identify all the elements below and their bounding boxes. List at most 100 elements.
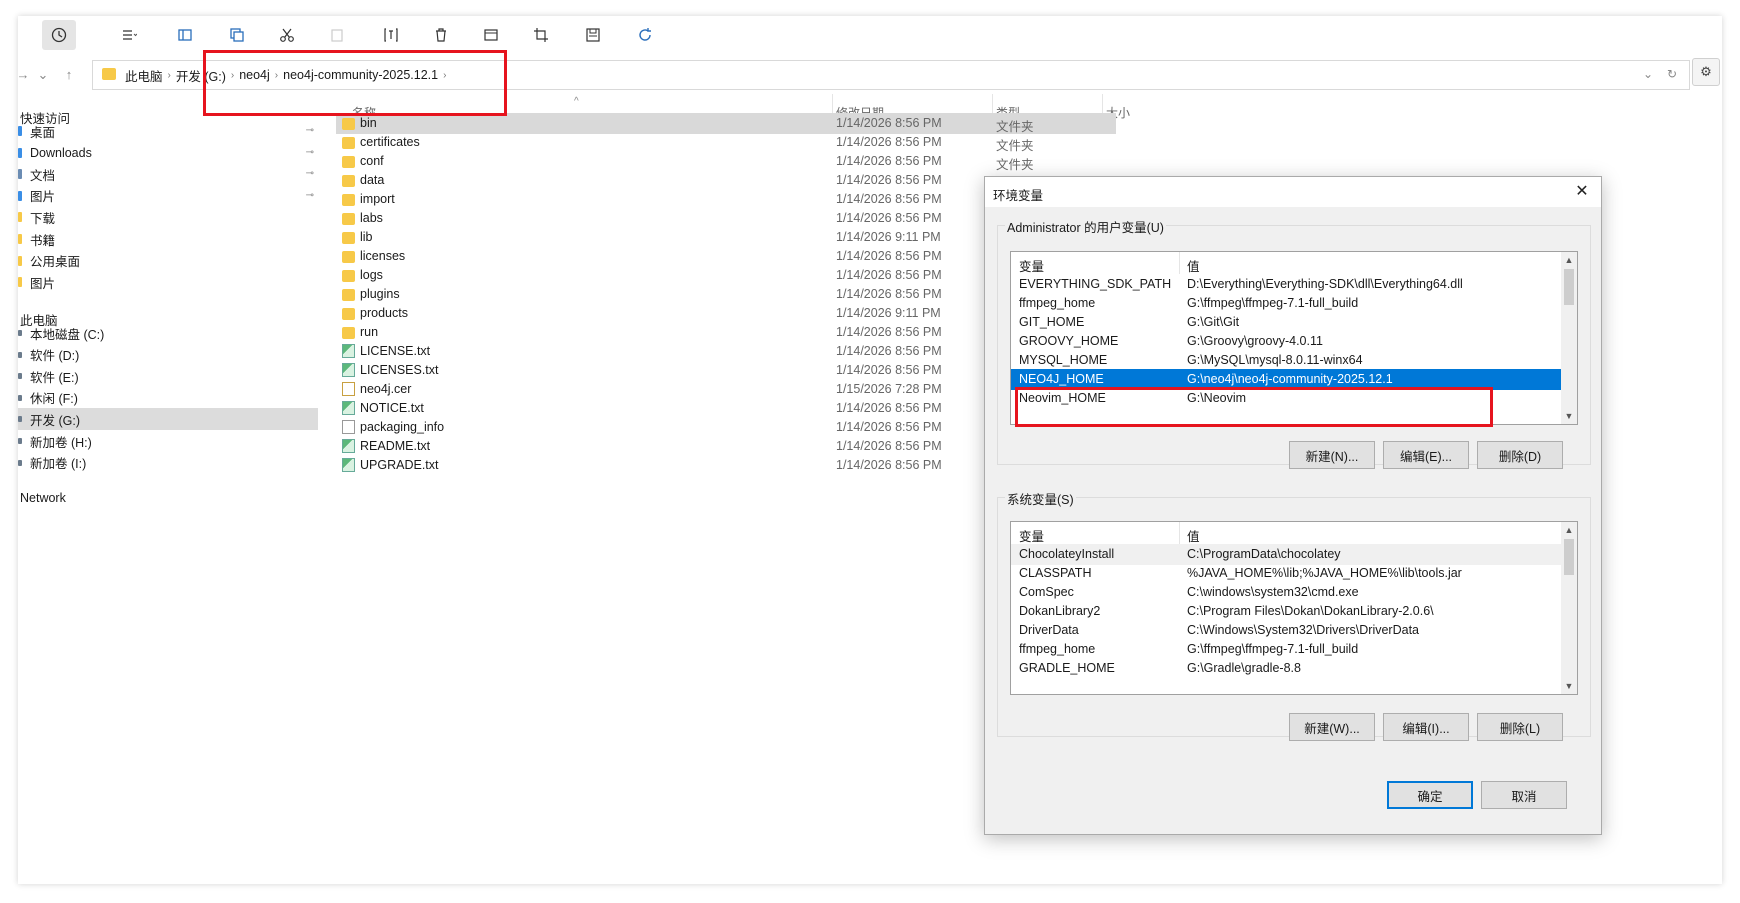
scroll-up-icon[interactable]: ▲ [1561,522,1577,538]
sidebar-item-label: 软件 (E:) [30,370,79,385]
variable-row[interactable]: ChocolateyInstall C:\ProgramData\chocolat… [1011,544,1563,565]
copy-icon[interactable] [220,20,254,50]
variable-name: GROOVY_HOME [1019,334,1119,348]
save-icon[interactable] [576,20,610,50]
scroll-down-icon[interactable]: ▼ [1561,678,1577,694]
settings-gear-icon[interactable]: ⚙ [1692,58,1720,86]
scroll-thumb[interactable] [1564,539,1574,575]
scroll-up-icon[interactable]: ▲ [1561,252,1577,268]
sidebar-item-drive[interactable]: 新加卷 (I:) [18,452,318,474]
variable-row[interactable]: ffmpeg_home G:\ffmpeg\ffmpeg-7.1-full_bui… [1011,293,1563,314]
rename-icon[interactable] [374,20,408,50]
sidebar-item[interactable]: 桌面 ⊸ [18,120,318,142]
column-header-value[interactable]: 值 [1187,256,1200,275]
pin-icon[interactable]: ⊸ [306,168,314,179]
scroll-thumb[interactable] [1564,269,1574,305]
sidebar-item-label: 图片 [30,276,56,291]
pin-icon[interactable]: ⊸ [306,147,314,158]
pin-icon[interactable]: ⊸ [306,190,314,201]
sidebar-item[interactable]: 图片 ⊸ [18,185,318,207]
history-chevron-icon[interactable]: ⌄ [32,64,54,86]
column-divider[interactable] [1179,252,1180,274]
delete-icon[interactable] [424,20,458,50]
ok-button[interactable]: 确定 [1387,781,1473,809]
new-user-variable-button[interactable]: 新建(N)... [1289,441,1375,469]
variable-row[interactable]: DriverData C:\Windows\System32\Drivers\Dr… [1011,620,1563,641]
sidebar-item-drive[interactable]: 软件 (D:) [18,344,318,366]
network-heading[interactable]: Network [20,491,66,505]
file-date: 1/15/2026 7:28 PM [836,382,942,396]
file-name: plugins [360,287,400,301]
system-variables-list[interactable]: 变量 值 ChocolateyInstall C:\ProgramData\cho… [1010,521,1578,695]
dialog-title: 环境变量 [993,189,1044,203]
column-header-variable[interactable]: 变量 [1019,526,1044,545]
column-divider[interactable] [1179,522,1180,544]
address-refresh-icon[interactable]: ↻ [1667,67,1677,81]
variable-row[interactable]: GROOVY_HOME G:\Groovy\groovy-4.0.11 [1011,331,1563,352]
new-tab-icon[interactable] [474,20,508,50]
sidebar-item[interactable]: 书籍 [18,228,318,250]
scrollbar[interactable]: ▲ ▼ [1561,522,1577,694]
variable-row[interactable]: ComSpec C:\windows\system32\cmd.exe [1011,582,1563,603]
sidebar-item-drive[interactable]: 新加卷 (H:) [18,430,318,452]
recent-clock-icon[interactable] [42,20,76,50]
variable-row[interactable]: GIT_HOME G:\Git\Git [1011,312,1563,333]
variable-row[interactable]: MYSQL_HOME G:\MySQL\mysql-8.0.11-winx64 [1011,350,1563,371]
sidebar-item-label: 新加卷 (H:) [30,435,92,450]
variable-row[interactable]: ffmpeg_home G:\ffmpeg\ffmpeg-7.1-full_bui… [1011,639,1563,660]
variable-value: G:\Gradle\gradle-8.8 [1187,661,1301,675]
sidebar-item-drive[interactable]: 软件 (E:) [18,365,318,387]
pin-icon[interactable]: ⊸ [306,125,314,136]
variable-name: GRADLE_HOME [1019,661,1115,675]
sidebar-item-drive[interactable]: 本地磁盘 (C:) [18,322,318,344]
column-header-value[interactable]: 值 [1187,526,1200,545]
edit-user-variable-button[interactable]: 编辑(E)... [1383,441,1469,469]
address-dropdown-icon[interactable]: ⌄ [1643,67,1653,81]
variable-name: NEO4J_HOME [1019,372,1104,386]
delete-system-variable-button[interactable]: 删除(L) [1477,713,1563,741]
folder-icon [18,212,22,223]
sidebar-item-label: 公用桌面 [30,255,81,270]
close-icon[interactable]: ✕ [1571,181,1593,203]
variable-row[interactable]: CLASSPATH %JAVA_HOME%\lib;%JAVA_HOME%\lib… [1011,563,1563,584]
file-row[interactable]: bin 1/14/2026 8:56 PM 文件夹 [336,113,1116,134]
breadcrumb-this-pc[interactable]: 此电脑 [125,66,163,85]
file-icon [342,420,355,434]
paste-icon[interactable] [320,20,354,50]
file-name: bin [360,116,377,130]
variable-value: G:\neo4j\neo4j-community-2025.12.1 [1187,372,1393,386]
sidebar-item-drive[interactable]: 休闲 (F:) [18,387,318,409]
scrollbar[interactable]: ▲ ▼ [1561,252,1577,424]
refresh-icon[interactable] [628,20,662,50]
variable-value: D:\Everything\Everything-SDK\dll\Everyth… [1187,277,1463,291]
variable-row[interactable]: DokanLibrary2 C:\Program Files\Dokan\Doka… [1011,601,1563,622]
file-row[interactable]: conf 1/14/2026 8:56 PM 文件夹 [336,151,1116,172]
scroll-down-icon[interactable]: ▼ [1561,408,1577,424]
column-header-variable[interactable]: 变量 [1019,256,1044,275]
edit-system-variable-button[interactable]: 编辑(I)... [1383,713,1469,741]
folder-icon [342,270,355,282]
crop-icon[interactable] [524,20,558,50]
variable-value: G:\MySQL\mysql-8.0.11-winx64 [1187,353,1363,367]
sidebar-item-drive[interactable]: 开发 (G:) [18,408,318,431]
file-row[interactable]: certificates 1/14/2026 8:56 PM 文件夹 [336,132,1116,153]
sidebar-item[interactable]: 下载 [18,206,318,228]
sidebar-item[interactable]: 文档 ⊸ [18,163,318,185]
sidebar-item[interactable]: Downloads ⊸ [18,142,318,164]
variable-row[interactable]: EVERYTHING_SDK_PATH D:\Everything\Everyth… [1011,274,1563,295]
variable-row[interactable]: GRADLE_HOME G:\Gradle\gradle-8.8 [1011,658,1563,679]
cut-icon[interactable] [270,20,304,50]
sidebar-item-label: Downloads [30,145,92,160]
cancel-button[interactable]: 取消 [1481,781,1567,809]
view-menu-icon[interactable] [112,20,146,50]
file-name: LICENSE.txt [360,344,431,358]
certificate-icon [342,382,355,396]
sidebar-item[interactable]: 公用桌面 [18,250,318,272]
pane-icon[interactable] [168,20,202,50]
up-arrow-icon[interactable]: ↑ [58,64,80,86]
variable-name: ffmpeg_home [1019,296,1096,310]
delete-user-variable-button[interactable]: 删除(D) [1477,441,1563,469]
new-system-variable-button[interactable]: 新建(W)... [1289,713,1375,741]
user-variables-label: Administrator 的用户变量(U) [1005,217,1166,236]
sidebar-item[interactable]: 图片 [18,271,318,293]
